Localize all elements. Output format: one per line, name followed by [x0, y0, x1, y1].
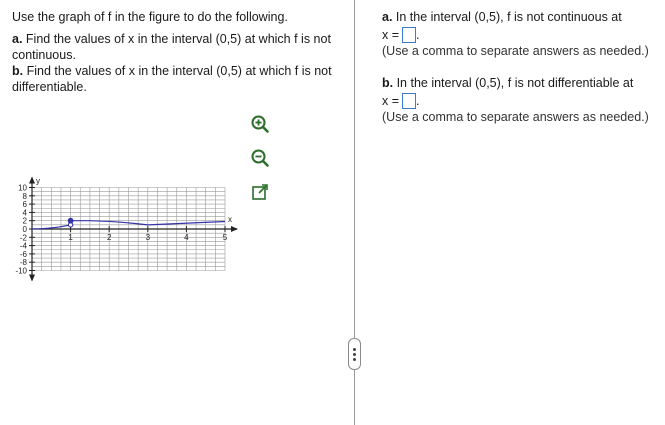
answer-b-prompt: b. In the interval (0,5), f is not diffe… — [382, 75, 657, 91]
answer-a-label: a. — [382, 10, 393, 24]
question-part-a: a. Find the values of x in the interval … — [12, 31, 342, 63]
question-text: Use the graph of f in the figure to do t… — [12, 9, 342, 95]
answer-a-input[interactable] — [402, 27, 417, 43]
function-graph: yx 1 2 3 4 5 10 8 6 4 2 0 -2 -4 -6 -8 -10 — [6, 114, 256, 346]
zoom-out-button[interactable] — [249, 147, 271, 169]
part-b-text: Find the values of x in the interval (0,… — [12, 64, 332, 94]
zoom-in-icon — [251, 115, 269, 133]
answer-a-text: In the interval (0,5), f is not continuo… — [392, 10, 622, 24]
graph-axes: yx — [29, 176, 238, 282]
x-axis-arrow — [231, 226, 238, 232]
x-axis-label: x — [228, 215, 232, 224]
answer-pane: a. In the interval (0,5), f is not conti… — [382, 9, 657, 141]
answer-b-hint: (Use a comma to separate answers as need… — [382, 110, 649, 124]
zoom-in-button[interactable] — [249, 113, 271, 135]
x-tick-label: 5 — [223, 233, 228, 242]
part-b-label: b. — [12, 64, 24, 78]
part-a-label: a. — [12, 32, 23, 46]
answer-a-period: . — [416, 28, 420, 42]
y-tick-label: -10 — [15, 267, 27, 276]
question-intro: Use the graph of f in the figure to do t… — [12, 10, 288, 24]
handle-dot — [353, 357, 356, 361]
answer-b-period: . — [416, 94, 420, 108]
part-a-text: Find the values of x in the interval (0,… — [12, 32, 331, 62]
answer-b-line: x = . — [382, 93, 657, 109]
x-tick-label: 1 — [68, 233, 73, 242]
popout-icon — [252, 184, 268, 200]
question-pane: Use the graph of f in the figure to do t… — [0, 0, 352, 425]
answer-b-input[interactable] — [402, 93, 417, 109]
answer-part-a: a. In the interval (0,5), f is not conti… — [382, 9, 657, 59]
answer-a-prompt: a. In the interval (0,5), f is not conti… — [382, 9, 657, 25]
question-part-b: b. Find the values of x in the interval … — [12, 63, 342, 95]
y-axis-arrow-down — [29, 274, 35, 282]
x-tick-label: 3 — [146, 233, 151, 242]
y-axis-arrow — [29, 176, 35, 184]
y-axis-label: y — [36, 177, 40, 186]
answer-a-variable: x = — [382, 28, 400, 42]
answer-b-text: In the interval (0,5), f is not differen… — [393, 76, 634, 90]
closed-point — [67, 217, 74, 224]
x-tick-label: 4 — [184, 233, 189, 242]
popout-button[interactable] — [249, 181, 271, 203]
handle-dot — [353, 352, 356, 356]
handle-dot — [353, 347, 356, 351]
zoom-out-icon — [251, 149, 269, 167]
x-tick-label: 2 — [107, 233, 112, 242]
graph-svg: yx 1 2 3 4 51086420-2-4-6-8-10 — [15, 176, 238, 282]
pane-resize-handle[interactable] — [348, 338, 361, 370]
answer-a-hint: (Use a comma to separate answers as need… — [382, 44, 649, 58]
answer-part-b: b. In the interval (0,5), f is not diffe… — [382, 75, 657, 125]
answer-b-variable: x = — [382, 94, 400, 108]
answer-b-label: b. — [382, 76, 394, 90]
answer-a-line: x = . — [382, 27, 657, 43]
